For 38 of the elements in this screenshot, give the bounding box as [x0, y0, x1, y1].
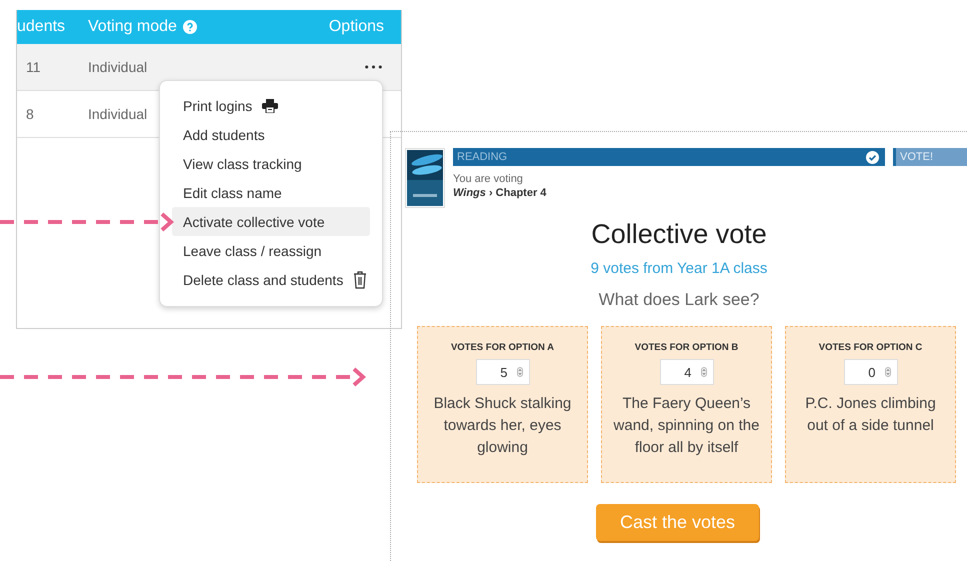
more-icon[interactable]: [365, 65, 382, 69]
option-label: VOTES FOR OPTION C: [818, 342, 922, 353]
option-text: P.C. Jones climbing out of a side tunnel: [804, 394, 937, 436]
question-text: What does Lark see?: [598, 290, 760, 310]
table-cell: Individual: [88, 106, 148, 122]
printer-icon: [262, 98, 278, 112]
vote-count-field[interactable]: 4: [660, 359, 714, 385]
book-chapter: Wings › Chapter 4: [453, 187, 548, 199]
column-header: udents: [17, 18, 66, 36]
vote-count-field[interactable]: 5: [476, 359, 530, 385]
page-title: Collective vote: [591, 219, 767, 250]
spinner-icon[interactable]: [884, 367, 890, 377]
menu-item[interactable]: Leave class / reassign: [172, 236, 370, 265]
menu-item[interactable]: Edit class name: [172, 178, 370, 207]
votes-summary: 9 votes from Year 1A class: [590, 260, 768, 277]
table-cell-text: 11: [25, 59, 42, 75]
option-text: Black Shuck stalking towards her, eyes glowing: [432, 394, 572, 458]
progress-step: READING: [453, 148, 885, 166]
column-header: Options: [328, 18, 384, 36]
column-header: Voting mode: [88, 18, 177, 36]
help-icon[interactable]: [182, 20, 197, 34]
menu-item[interactable]: Print logins: [172, 91, 370, 120]
menu-item[interactable]: View class tracking: [172, 149, 370, 178]
option-text: The Faery Queen’s wand, spinning on the floor all by itself: [612, 394, 760, 458]
menu-item[interactable]: Activate collective vote: [172, 207, 370, 236]
table-cell-text: 8: [25, 106, 35, 122]
option-label: VOTES FOR OPTION B: [634, 342, 738, 353]
trash-icon: [353, 270, 368, 288]
menu-item[interactable]: Add students: [172, 120, 370, 149]
spinner-icon[interactable]: [516, 367, 522, 377]
table-cell: Individual: [88, 59, 148, 75]
option-label: VOTES FOR OPTION A: [450, 342, 554, 353]
status-text: You are voting: [453, 173, 524, 185]
menu-item[interactable]: Delete class and students: [172, 265, 370, 294]
spinner-icon[interactable]: [700, 367, 706, 377]
check-icon: [866, 150, 879, 164]
progress-step: VOTE!: [893, 148, 967, 166]
vote-count-field[interactable]: 0: [844, 359, 898, 385]
